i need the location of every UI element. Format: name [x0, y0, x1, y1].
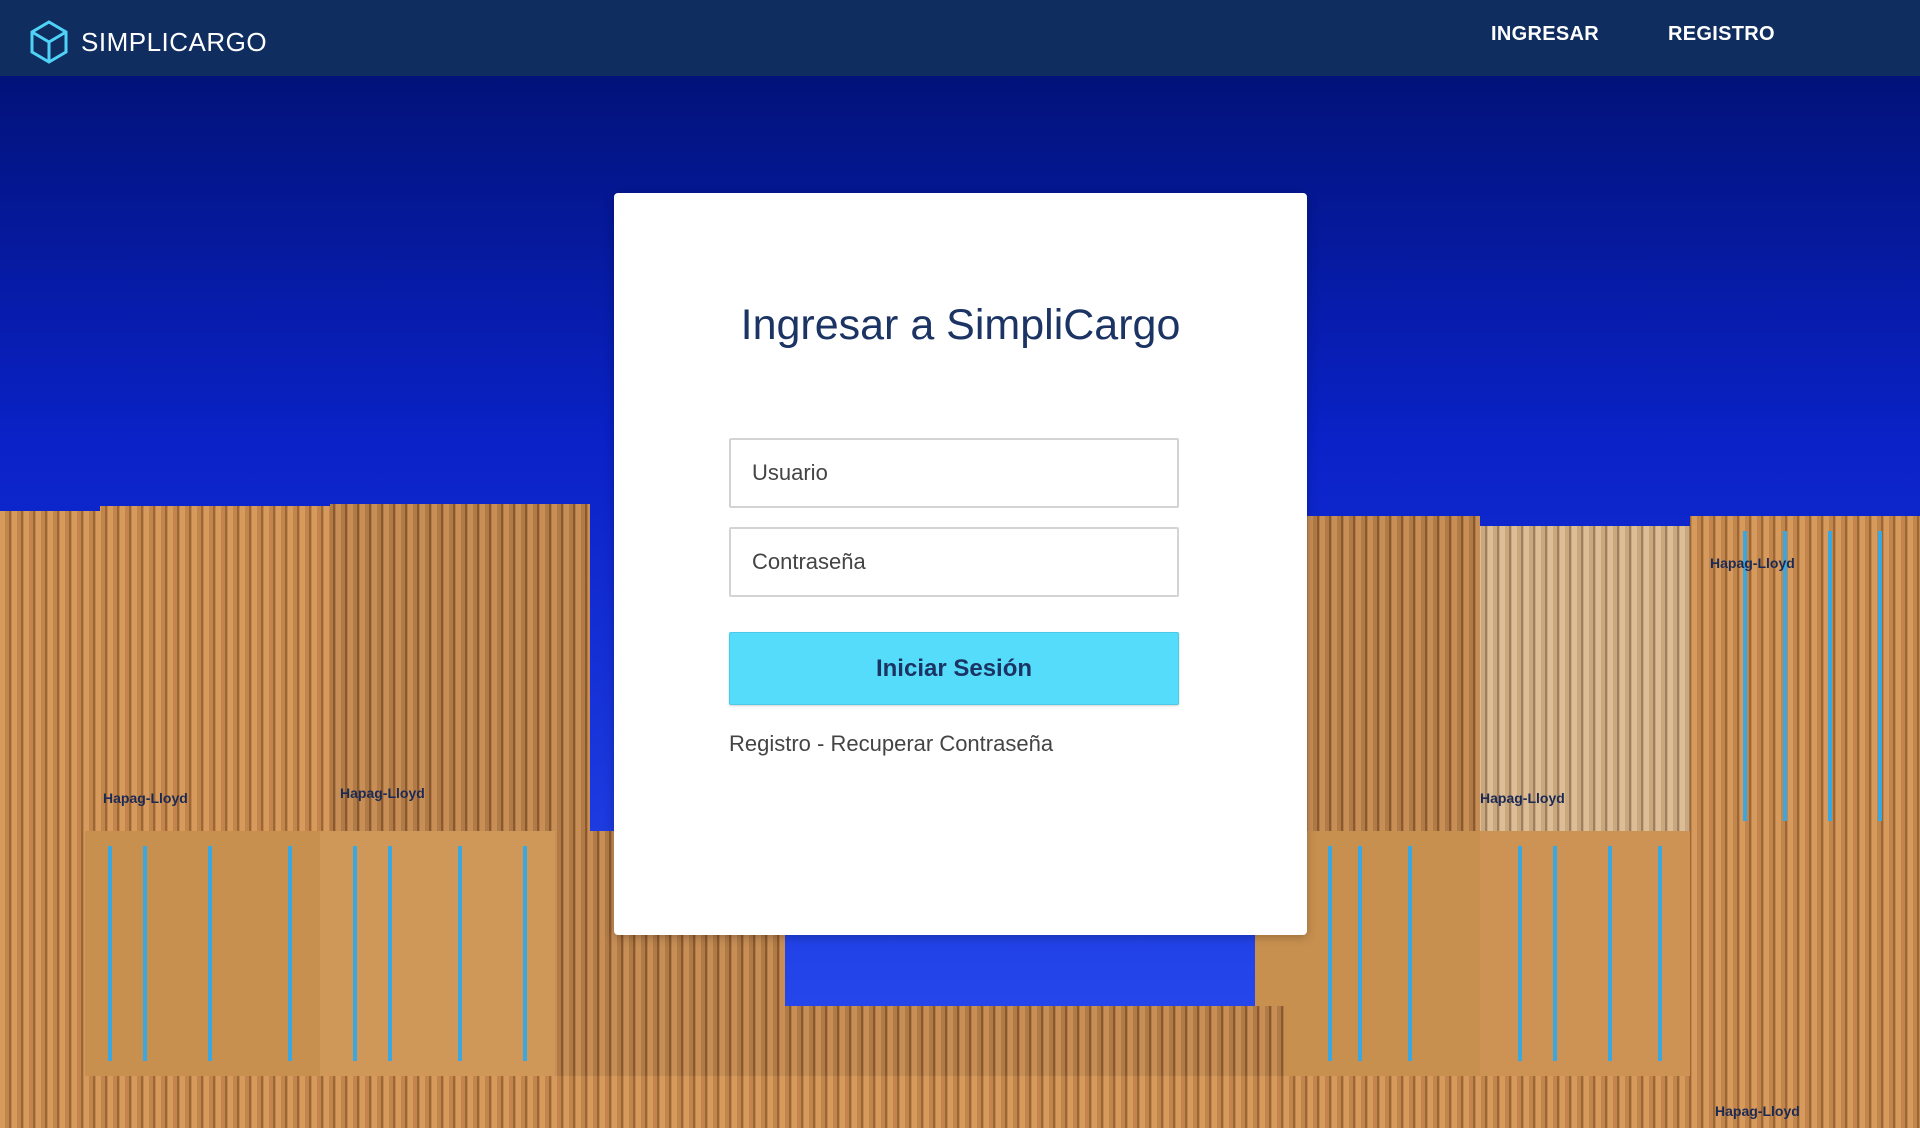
brand-name: SIMPLICARGO: [81, 26, 268, 57]
password-input[interactable]: [729, 527, 1179, 597]
login-card: Ingresar a SimpliCargo Iniciar Sesión Re…: [614, 193, 1307, 935]
svg-text:Hapag-Lloyd: Hapag-Lloyd: [340, 785, 425, 801]
svg-text:Hapag-Lloyd: Hapag-Lloyd: [103, 790, 188, 806]
account-links: Registro - Recuperar Contraseña: [729, 731, 1053, 757]
login-title: Ingresar a SimpliCargo: [740, 301, 1181, 349]
register-link[interactable]: Registro: [729, 731, 811, 756]
links-separator: -: [810, 731, 831, 756]
cube-logo-icon: [30, 20, 68, 64]
svg-text:Hapag-Lloyd: Hapag-Lloyd: [1710, 555, 1795, 571]
nav-register-link[interactable]: REGISTRO: [1668, 23, 1775, 46]
brand-logo[interactable]: SIMPLICARGO: [29, 20, 267, 64]
svg-text:Hapag-Lloyd: Hapag-Lloyd: [1715, 1103, 1800, 1119]
nav-login-link[interactable]: INGRESAR: [1491, 23, 1599, 46]
svg-text:Hapag-Lloyd: Hapag-Lloyd: [1480, 790, 1565, 806]
login-page: Hapag-Lloyd Hapag-Lloyd Hapag-Lloyd Hapa…: [0, 0, 1920, 1128]
recover-password-link[interactable]: Recuperar Contraseña: [830, 731, 1053, 756]
login-button[interactable]: Iniciar Sesión: [729, 632, 1179, 705]
top-navbar: SIMPLICARGO INGRESAR REGISTRO: [0, 0, 1920, 76]
username-input[interactable]: [729, 438, 1179, 508]
